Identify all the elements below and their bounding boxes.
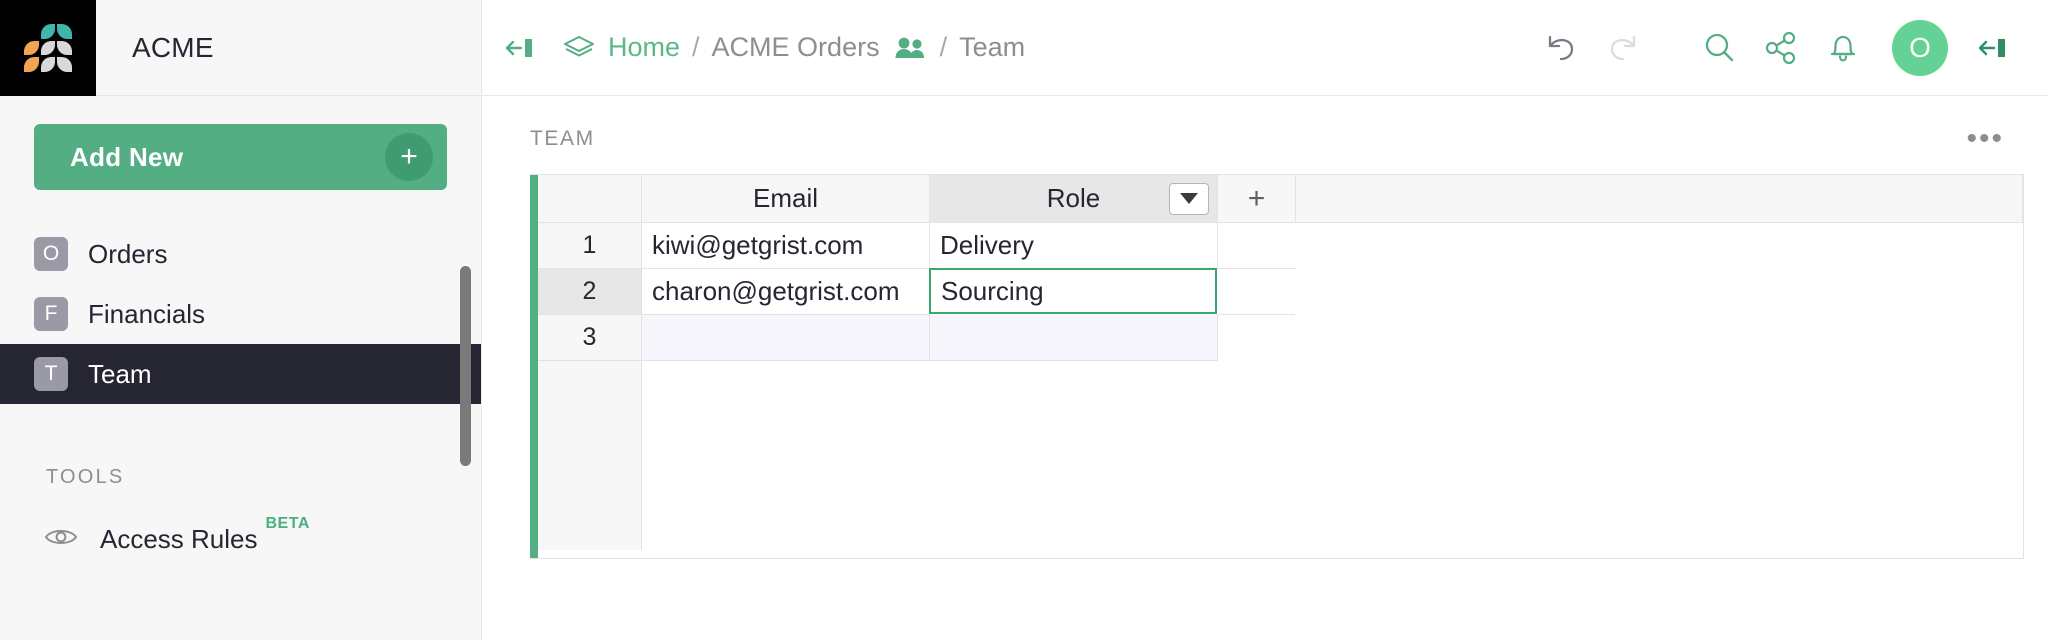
column-dropdown-icon[interactable] bbox=[1169, 183, 1209, 215]
cell-role[interactable] bbox=[930, 315, 1218, 361]
widget-header: TEAM ••• bbox=[482, 96, 2048, 154]
page-list: O Orders F Financials T Team bbox=[0, 224, 481, 404]
cell-role-selected[interactable]: Sourcing bbox=[929, 268, 1217, 314]
widget-menu-icon[interactable]: ••• bbox=[1966, 124, 2004, 154]
widget-title: TEAM bbox=[530, 127, 595, 151]
grid-empty-body bbox=[642, 361, 2023, 550]
row-number[interactable]: 1 bbox=[538, 223, 642, 269]
page-badge-icon: T bbox=[34, 357, 68, 391]
cell-email[interactable] bbox=[642, 315, 930, 361]
sidebar-item-orders[interactable]: O Orders bbox=[0, 224, 481, 284]
logo-leaf-orange-2 bbox=[24, 57, 39, 72]
document-header: Home / ACME Orders / Team bbox=[482, 0, 2048, 96]
top-bar: ACME Home / ACME Orders bbox=[0, 0, 2048, 96]
search-icon[interactable] bbox=[1688, 23, 1750, 73]
sidebar-item-label: Orders bbox=[88, 239, 167, 270]
grid-header-filler bbox=[1296, 175, 2023, 223]
grid-corner-cell[interactable] bbox=[538, 175, 642, 223]
eye-icon bbox=[44, 525, 78, 554]
grist-logo[interactable] bbox=[0, 0, 96, 96]
cell-filler bbox=[1296, 223, 2023, 269]
table-row-new: 3 bbox=[538, 315, 2023, 361]
logo-leaf-blank bbox=[24, 24, 39, 39]
org-name: ACME bbox=[96, 32, 214, 64]
tools-section-header: TOOLS bbox=[0, 466, 481, 489]
logo-leaf-gray-2 bbox=[57, 41, 72, 56]
grid-empty-gutter bbox=[538, 361, 642, 550]
grid-header-row: Email Role + bbox=[538, 175, 2023, 223]
sidebar-scrollbar[interactable] bbox=[460, 266, 471, 466]
column-header-email[interactable]: Email bbox=[642, 175, 930, 223]
sidebar-item-label: Access Rules bbox=[100, 524, 258, 555]
cell-filler bbox=[1217, 269, 1295, 315]
app-window: ACME Home / ACME Orders bbox=[0, 0, 2048, 640]
logo-leaf-gray-4 bbox=[57, 57, 72, 72]
left-sidebar: Add New + O Orders F Financials T Team T… bbox=[0, 96, 482, 640]
column-header-role[interactable]: Role bbox=[930, 175, 1218, 223]
org-selector[interactable]: ACME bbox=[96, 0, 482, 96]
redo-icon[interactable] bbox=[1592, 23, 1654, 73]
breadcrumb-page[interactable]: Team bbox=[959, 32, 1025, 63]
beta-badge: BETA bbox=[266, 515, 310, 533]
cell-role[interactable]: Delivery bbox=[930, 223, 1218, 269]
table-row: 1 kiwi@getgrist.com Delivery bbox=[538, 223, 2023, 269]
data-grid: Email Role + 1 kiwi@getgrist.c bbox=[530, 174, 2024, 559]
logo-leaf-teal-1 bbox=[41, 24, 56, 39]
collapse-left-panel-icon[interactable] bbox=[502, 30, 538, 66]
collapse-right-panel-icon[interactable] bbox=[1962, 23, 2024, 73]
sidebar-item-label: Team bbox=[88, 359, 152, 390]
sidebar-item-financials[interactable]: F Financials bbox=[0, 284, 481, 344]
page-badge-icon: F bbox=[34, 297, 68, 331]
logo-leaf-orange-1 bbox=[24, 41, 39, 56]
bell-icon[interactable] bbox=[1812, 23, 1874, 73]
cell-email[interactable]: charon@getgrist.com bbox=[642, 269, 930, 315]
add-new-button[interactable]: Add New + bbox=[34, 124, 447, 190]
grid-active-stripe bbox=[530, 175, 538, 558]
logo-leaf-gray-1 bbox=[41, 41, 56, 56]
cell-filler bbox=[1295, 269, 2023, 315]
breadcrumb-separator-1: / bbox=[692, 32, 700, 63]
app-body: Add New + O Orders F Financials T Team T… bbox=[0, 96, 2048, 640]
grid-empty-area bbox=[538, 361, 2023, 550]
sidebar-item-team[interactable]: T Team bbox=[0, 344, 481, 404]
logo-leaf-gray-3 bbox=[41, 57, 56, 72]
sidebar-item-access-rules[interactable]: Access Rules BETA bbox=[0, 511, 481, 567]
add-column-button[interactable]: + bbox=[1218, 175, 1296, 223]
header-actions: O bbox=[1530, 20, 2024, 76]
grid-body: Email Role + 1 kiwi@getgrist.c bbox=[538, 175, 2023, 558]
breadcrumb-document[interactable]: ACME Orders bbox=[712, 32, 880, 63]
breadcrumb-separator-2: / bbox=[940, 32, 948, 63]
main-content: TEAM ••• Email Role bbox=[482, 96, 2048, 640]
table-row: 2 charon@getgrist.com Sourcing bbox=[538, 269, 2023, 315]
team-members-icon[interactable] bbox=[892, 34, 928, 62]
column-header-role-label: Role bbox=[1047, 183, 1100, 214]
caret-down-icon bbox=[1180, 193, 1198, 204]
cell-email[interactable]: kiwi@getgrist.com bbox=[642, 223, 930, 269]
plus-icon: + bbox=[385, 133, 433, 181]
user-avatar[interactable]: O bbox=[1892, 20, 1948, 76]
row-number[interactable]: 3 bbox=[538, 315, 642, 361]
breadcrumb: Home / ACME Orders / Team bbox=[562, 32, 1025, 63]
share-icon[interactable] bbox=[1750, 23, 1812, 73]
cell-filler bbox=[1218, 223, 1296, 269]
sidebar-item-label: Financials bbox=[88, 299, 205, 330]
undo-icon[interactable] bbox=[1530, 23, 1592, 73]
logo-leaf-teal-2 bbox=[57, 24, 72, 39]
page-badge-icon: O bbox=[34, 237, 68, 271]
add-new-label: Add New bbox=[34, 142, 183, 173]
layers-icon[interactable] bbox=[562, 33, 596, 63]
cell-filler bbox=[1218, 315, 1296, 361]
grist-logo-icon bbox=[24, 24, 72, 72]
cell-filler bbox=[1296, 315, 2023, 361]
breadcrumb-home[interactable]: Home bbox=[608, 32, 680, 63]
row-number[interactable]: 2 bbox=[538, 269, 642, 315]
